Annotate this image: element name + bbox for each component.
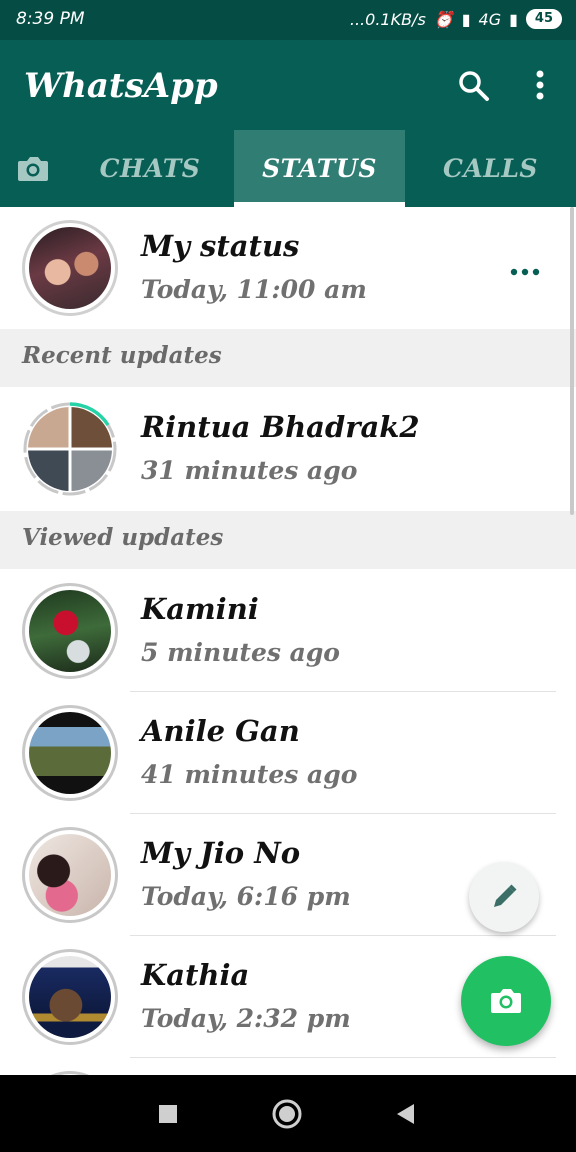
contact-name: Anile Gan: [141, 714, 300, 748]
home-button[interactable]: [270, 1097, 304, 1131]
more-vert-icon[interactable]: [525, 68, 555, 104]
status-list: My status Today, 11:00 am Recent updates…: [0, 207, 576, 1075]
signal-icon: ▮: [461, 9, 471, 29]
section-label: Viewed updates: [22, 524, 224, 551]
tab-bar: CHATS STATUS CALLS: [0, 130, 576, 207]
triangle-back-icon: [397, 1104, 414, 1124]
contact-name: Kamini: [141, 592, 259, 626]
app-bar: WhatsApp CHATS STATUS CALLS: [0, 40, 576, 207]
clock: 8:39 PM: [16, 9, 85, 29]
new-camera-status-button[interactable]: [461, 956, 551, 1046]
battery-icon: 45: [525, 9, 562, 29]
section-recent-updates: Recent updates: [0, 329, 576, 387]
section-label: Recent updates: [22, 342, 222, 369]
status-time: 5 minutes ago: [141, 638, 340, 667]
app-title: WhatsApp: [24, 66, 218, 106]
avatar: [29, 834, 111, 916]
status-row[interactable]: Rintua Bhadrak2 31 minutes ago: [0, 388, 576, 510]
status-time: Today, 6:16 pm: [141, 882, 351, 911]
tab-calls[interactable]: CALLS: [405, 130, 576, 207]
avatar: [29, 590, 111, 672]
my-status-time: Today, 11:00 am: [141, 275, 367, 304]
status-time: 41 minutes ago: [141, 760, 358, 789]
status-row[interactable]: [0, 1058, 576, 1075]
status-time: 31 minutes ago: [141, 456, 358, 485]
contact-name: Rintua Bhadrak2: [141, 410, 420, 444]
tab-status[interactable]: STATUS: [234, 130, 405, 207]
status-row[interactable]: Anile Gan 41 minutes ago: [0, 692, 576, 814]
search-icon[interactable]: [456, 68, 492, 104]
system-navigation-bar: [0, 1075, 576, 1152]
avatar: [28, 407, 112, 491]
avatar-ring: [22, 583, 118, 679]
my-status-row[interactable]: My status Today, 11:00 am: [0, 207, 576, 329]
pencil-icon: [494, 884, 517, 907]
my-status-name: My status: [141, 229, 300, 263]
square-icon: [159, 1105, 177, 1123]
alarm-icon: ⏰: [433, 9, 454, 29]
contact-name: My Jio No: [141, 836, 301, 870]
network-type: 4G: [478, 9, 502, 29]
avatar-ring: [22, 949, 118, 1045]
new-text-status-button[interactable]: [469, 862, 539, 932]
network-speed: ...0.1KB/s: [349, 9, 426, 29]
circle-icon: [272, 1099, 302, 1129]
back-button[interactable]: [388, 1097, 422, 1131]
status-row[interactable]: Kamini 5 minutes ago: [0, 570, 576, 692]
avatar-ring: [22, 705, 118, 801]
contact-name: Kathia: [141, 958, 250, 992]
avatar-ring: [22, 827, 118, 923]
avatar: [29, 956, 111, 1038]
signal-icon-2: ▮: [509, 9, 518, 29]
avatar: [29, 227, 111, 309]
recents-button[interactable]: [151, 1097, 185, 1131]
section-viewed-updates: Viewed updates: [0, 511, 576, 569]
avatar-ring: [22, 220, 118, 316]
camera-icon: [18, 156, 48, 181]
tab-chats[interactable]: CHATS: [66, 130, 234, 207]
status-time: Today, 2:32 pm: [141, 1004, 351, 1033]
camera-icon: [491, 989, 521, 1013]
more-horiz-icon[interactable]: [510, 263, 540, 276]
avatar-ring: [22, 401, 118, 497]
avatar: [29, 712, 111, 794]
status-icons: ...0.1KB/s ⏰ ▮ 4G ▮ 45: [350, 9, 562, 29]
scrollbar[interactable]: [570, 207, 574, 515]
system-status-bar: 8:39 PM ...0.1KB/s ⏰ ▮ 4G ▮ 45: [0, 0, 576, 40]
tab-camera[interactable]: [0, 130, 66, 207]
